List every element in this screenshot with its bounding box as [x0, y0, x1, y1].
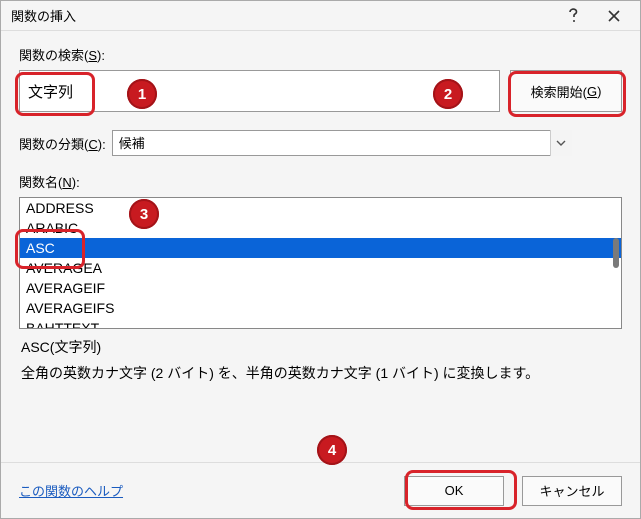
go-post: ) [597, 84, 601, 99]
footer-buttons: OK キャンセル [404, 476, 622, 506]
fn-pre: 関数名( [19, 175, 62, 190]
ok-label: OK [445, 483, 464, 498]
category-row: 関数の分類(C): 候補 [19, 130, 622, 156]
list-item[interactable]: BAHTTEXT [20, 318, 621, 329]
description-body: 全角の英数カナ文字 (2 バイト) を、半角の英数カナ文字 (1 バイト) に変… [21, 363, 620, 383]
list-item[interactable]: ARABIC [20, 218, 621, 238]
list-item[interactable]: ADDRESS [20, 198, 621, 218]
cat-post: ): [98, 137, 106, 152]
annotation-badge: 4 [317, 435, 347, 465]
category-select[interactable]: 候補 [112, 130, 572, 156]
help-icon[interactable] [554, 2, 594, 30]
search-label-key: S [88, 48, 97, 63]
cat-pre: 関数の分類( [19, 137, 88, 152]
category-select-wrap: 候補 [112, 130, 572, 156]
description-title: ASC(文字列) [21, 337, 620, 357]
go-key: G [587, 84, 597, 99]
dialog-content: 関数の検索(S): 検索開始(G) 関数の分類(C): 候補 関数名(N): [1, 31, 640, 383]
go-pre: 検索開始( [531, 82, 587, 101]
search-go-button[interactable]: 検索開始(G) [510, 70, 622, 112]
dialog-footer: この関数のヘルプ OK キャンセル [1, 462, 640, 518]
function-listbox[interactable]: ADDRESS ARABIC ASC AVERAGEA AVERAGEIF AV… [19, 197, 622, 329]
search-row: 検索開始(G) [19, 70, 622, 112]
dialog-title: 関数の挿入 [11, 6, 554, 25]
fn-key: N [62, 175, 71, 190]
close-icon[interactable] [594, 2, 634, 30]
list-item[interactable]: AVERAGEIF [20, 278, 621, 298]
ok-button[interactable]: OK [404, 476, 504, 506]
help-link[interactable]: この関数のヘルプ [19, 481, 123, 500]
category-selected: 候補 [119, 136, 145, 151]
cat-key: C [88, 137, 97, 152]
search-label: 関数の検索(S): [19, 45, 622, 64]
list-item[interactable]: ASC [20, 238, 621, 258]
search-label-pre: 関数の検索( [19, 48, 88, 63]
fn-post: ): [72, 175, 80, 190]
cancel-label: キャンセル [539, 481, 604, 500]
list-item[interactable]: AVERAGEA [20, 258, 621, 278]
category-label: 関数の分類(C): [19, 134, 106, 153]
functions-label: 関数名(N): [19, 172, 622, 191]
search-label-post: ): [97, 48, 105, 63]
search-input[interactable] [19, 70, 500, 112]
scrollbar-thumb[interactable] [613, 238, 619, 268]
chevron-down-icon[interactable] [550, 130, 572, 156]
titlebar: 関数の挿入 [1, 1, 640, 31]
insert-function-dialog: 関数の挿入 関数の検索(S): 検索開始(G) 関数の分類(C): [0, 0, 641, 519]
cancel-button[interactable]: キャンセル [522, 476, 622, 506]
list-item[interactable]: AVERAGEIFS [20, 298, 621, 318]
